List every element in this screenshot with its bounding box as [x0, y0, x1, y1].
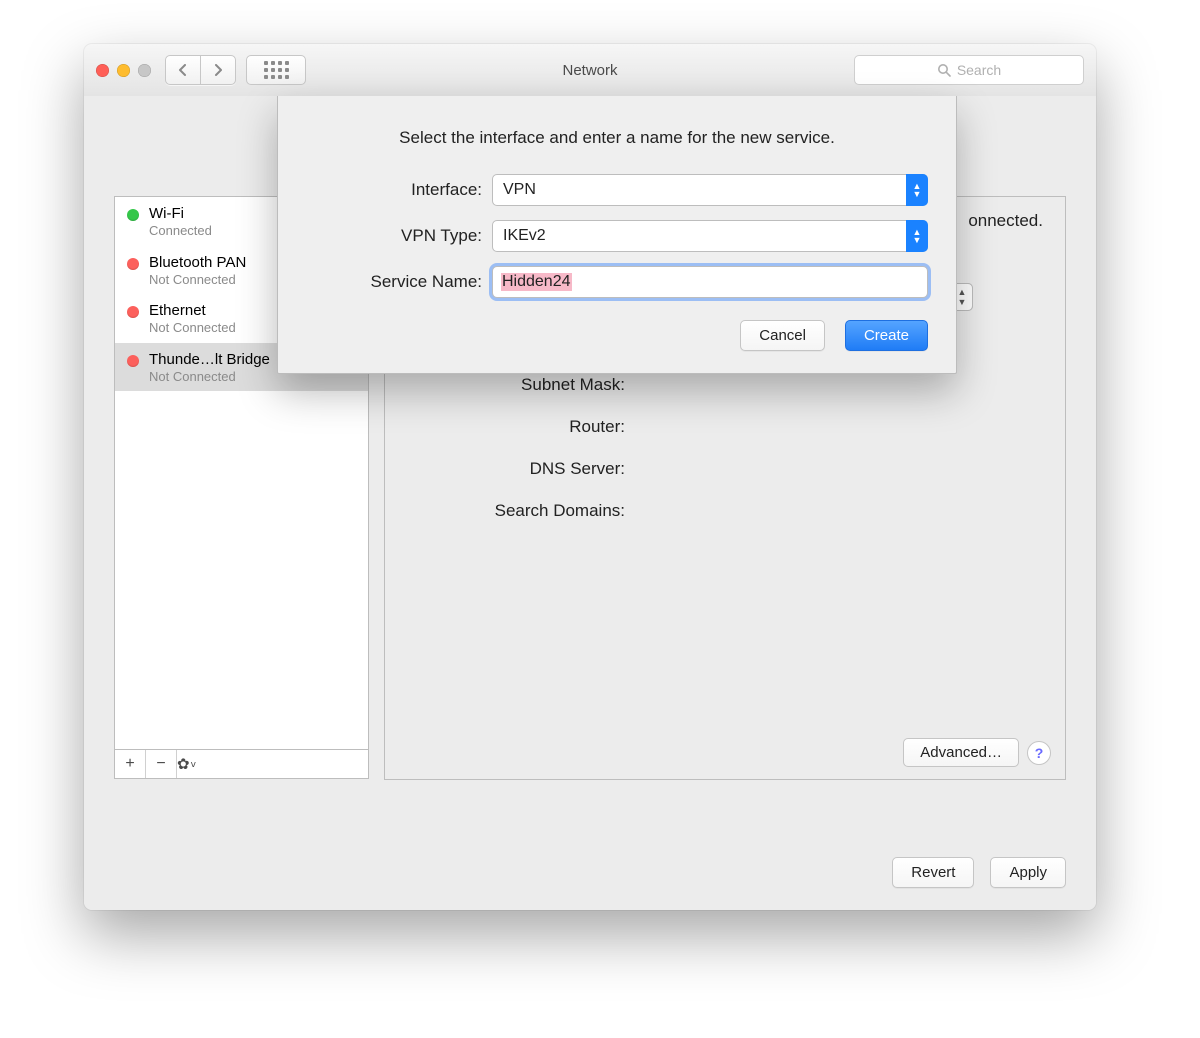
- search-icon: [937, 63, 951, 77]
- service-status: Connected: [149, 223, 212, 239]
- vpn-type-select[interactable]: IKEv2 ▲▼: [492, 220, 928, 252]
- apply-button[interactable]: Apply: [990, 857, 1066, 888]
- new-service-sheet: Select the interface and enter a name fo…: [277, 96, 957, 374]
- preferences-window: Network Search Wi-Fi Connected: [84, 44, 1096, 910]
- vpn-type-label: VPN Type:: [306, 226, 492, 246]
- dns-server-label: DNS Server:: [385, 459, 631, 479]
- revert-button[interactable]: Revert: [892, 857, 974, 888]
- stepper-icon: ▲▼: [906, 174, 928, 206]
- titlebar: Network Search: [84, 44, 1096, 97]
- service-status: Not Connected: [149, 320, 236, 336]
- service-actions-menu[interactable]: ✿ⅴ: [177, 750, 368, 778]
- footer-buttons: Revert Apply: [892, 857, 1066, 888]
- search-domains-label: Search Domains:: [385, 501, 631, 521]
- services-toolbar: + − ✿ⅴ: [115, 749, 368, 778]
- service-status: Not Connected: [149, 272, 246, 288]
- help-button[interactable]: ?: [1027, 741, 1051, 765]
- show-all-button[interactable]: [246, 55, 306, 85]
- grid-icon: [264, 61, 289, 79]
- search-input[interactable]: Search: [854, 55, 1084, 85]
- interface-value: VPN: [503, 181, 536, 199]
- nav-back-forward: [165, 55, 236, 85]
- vpn-type-value: IKEv2: [503, 227, 546, 245]
- forward-button[interactable]: [200, 56, 235, 84]
- service-name-input[interactable]: Hidden24: [492, 266, 928, 298]
- search-placeholder: Search: [957, 62, 1001, 78]
- zoom-window-icon[interactable]: [138, 64, 151, 77]
- add-service-button[interactable]: +: [115, 750, 146, 778]
- status-dot-icon: [127, 306, 139, 318]
- service-name-label: Service Name:: [306, 272, 492, 292]
- service-name: Bluetooth PAN: [149, 254, 246, 272]
- sheet-prompt: Select the interface and enter a name fo…: [306, 128, 928, 148]
- service-name-value: Hidden24: [501, 273, 572, 291]
- remove-service-button[interactable]: −: [146, 750, 177, 778]
- chevron-down-icon: ⅴ: [191, 759, 196, 770]
- status-text-fragment: onnected.: [968, 211, 1043, 231]
- service-name: Wi-Fi: [149, 205, 212, 223]
- service-status: Not Connected: [149, 369, 270, 385]
- window-controls: [96, 64, 151, 77]
- close-window-icon[interactable]: [96, 64, 109, 77]
- status-dot-icon: [127, 209, 139, 221]
- create-button[interactable]: Create: [845, 320, 928, 351]
- advanced-button[interactable]: Advanced…: [903, 738, 1019, 767]
- minimize-window-icon[interactable]: [117, 64, 130, 77]
- cancel-button[interactable]: Cancel: [740, 320, 825, 351]
- gear-icon: ✿: [177, 755, 190, 773]
- status-dot-icon: [127, 258, 139, 270]
- back-button[interactable]: [166, 56, 200, 84]
- stepper-icon: ▲▼: [906, 220, 928, 252]
- status-dot-icon: [127, 355, 139, 367]
- service-name: Ethernet: [149, 302, 236, 320]
- subnet-mask-label: Subnet Mask:: [385, 375, 631, 395]
- interface-label: Interface:: [306, 180, 492, 200]
- interface-select[interactable]: VPN ▲▼: [492, 174, 928, 206]
- service-name: Thunde…lt Bridge: [149, 351, 270, 369]
- router-label: Router:: [385, 417, 631, 437]
